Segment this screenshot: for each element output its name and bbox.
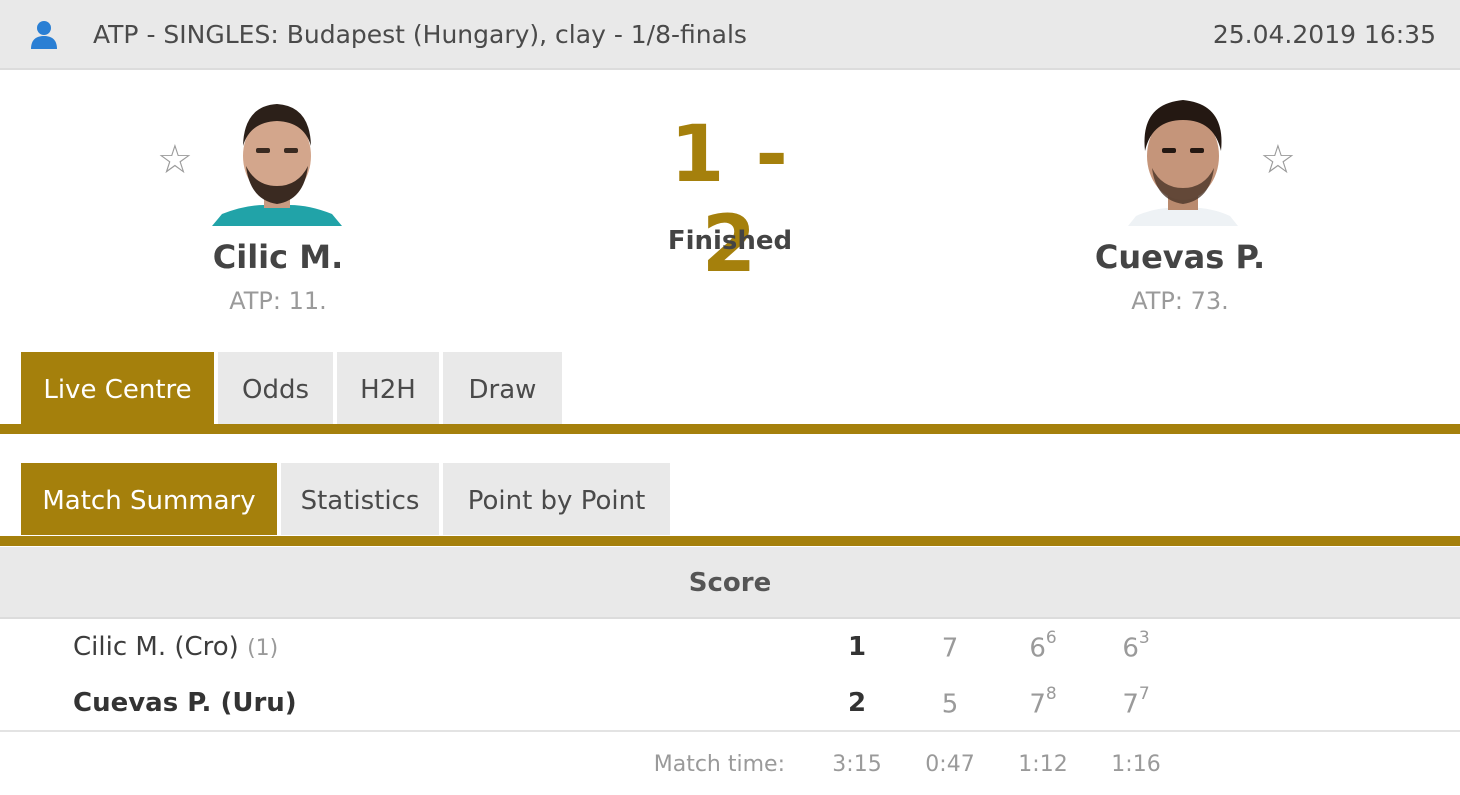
home-player-name[interactable]: Cilic M.: [148, 238, 408, 276]
away-player-rank: ATP: 73.: [1131, 287, 1229, 315]
match-time-label: Match time:: [653, 752, 785, 777]
match-header: ATP - SINGLES: Budapest (Hungary), clay …: [0, 0, 1460, 70]
score-section-heading: Score: [0, 547, 1460, 619]
match-time-total: 3:15: [832, 752, 882, 777]
favorite-star-icon[interactable]: ☆: [157, 140, 193, 180]
sub-tabs: Match Summary Statistics Point by Point: [0, 463, 1460, 547]
tab-match-summary[interactable]: Match Summary: [21, 463, 277, 535]
away-set-3: 77: [1122, 684, 1150, 720]
match-time-set-1: 0:47: [925, 752, 975, 777]
home-sets-won: 1: [847, 632, 867, 662]
tab-point-by-point[interactable]: Point by Point: [443, 463, 670, 535]
away-set-2: 78: [1029, 684, 1057, 720]
main-tabs: Live Centre Odds H2H Draw: [0, 352, 1460, 438]
away-row-player: Cuevas P. (Uru): [73, 688, 297, 718]
tab-odds[interactable]: Odds: [218, 352, 333, 424]
match-datetime: 25.04.2019 16:35: [1212, 20, 1436, 49]
home-set-1: 7: [941, 633, 959, 664]
match-status: Finished: [667, 226, 793, 256]
tab-draw[interactable]: Draw: [443, 352, 562, 424]
home-player-rank: ATP: 11.: [229, 287, 327, 315]
user-icon[interactable]: [26, 17, 62, 53]
home-row-name[interactable]: Cilic M. (Cro) (1): [73, 632, 278, 662]
home-row-player: Cilic M. (Cro): [73, 632, 239, 662]
home-set-2: 66: [1029, 628, 1057, 664]
tab-statistics[interactable]: Statistics: [281, 463, 439, 535]
away-sets-won: 2: [847, 688, 867, 718]
match-time-set-2: 1:12: [1018, 752, 1068, 777]
subtabs-underline: [0, 536, 1460, 546]
tabs-underline: [0, 424, 1460, 434]
tournament-info[interactable]: ATP - SINGLES: Budapest (Hungary), clay …: [93, 0, 747, 70]
away-player-name[interactable]: Cuevas P.: [1050, 238, 1310, 276]
away-set-1: 5: [941, 689, 959, 720]
home-set-3: 63: [1122, 628, 1150, 664]
away-player-photo[interactable]: [1118, 96, 1248, 226]
favorite-star-icon[interactable]: ☆: [1260, 140, 1296, 180]
away-row-name[interactable]: Cuevas P. (Uru): [73, 688, 297, 718]
tab-h2h[interactable]: H2H: [337, 352, 439, 424]
match-score: 1 - 2: [670, 110, 790, 290]
home-row-seed: (1): [247, 636, 279, 661]
divider: [0, 730, 1460, 732]
tab-live-centre[interactable]: Live Centre: [21, 352, 214, 424]
home-player-photo[interactable]: [212, 96, 342, 226]
match-time-set-3: 1:16: [1111, 752, 1161, 777]
